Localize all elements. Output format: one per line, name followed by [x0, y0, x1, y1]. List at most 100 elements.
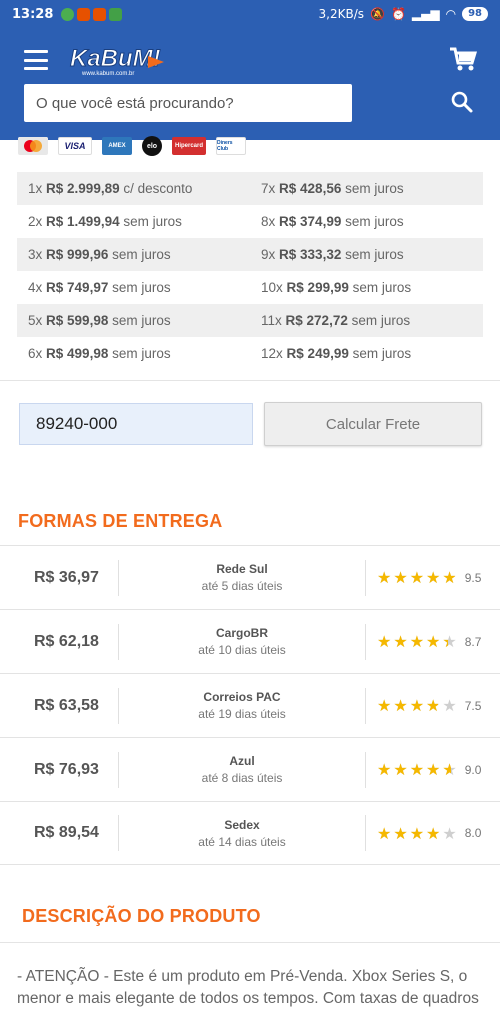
installment-option: 6x R$ 499,98 sem juros — [17, 346, 250, 361]
network-speed: 3,2KB/s — [318, 7, 364, 21]
svg-text:KaBuM!: KaBuM! — [70, 45, 161, 72]
installment-note: sem juros — [352, 280, 412, 295]
installment-row: 3x R$ 999,96 sem juros 9x R$ 333,32 sem j… — [17, 238, 483, 271]
product-description: - ATENÇÃO - Este é um produto em Pré-Ven… — [17, 968, 479, 1007]
delivery-section-title: FORMAS DE ENTREGA — [18, 511, 223, 531]
delivery-price: R$ 36,97 — [34, 568, 99, 586]
visa-icon: VISA — [58, 137, 92, 155]
delivery-price: R$ 76,93 — [34, 760, 99, 778]
installment-value: R$ 749,97 — [46, 280, 109, 295]
delivery-option-row[interactable]: R$ 62,18 CargoBR até 10 dias úteis ★★★★★… — [0, 609, 500, 673]
cep-input[interactable] — [19, 403, 253, 445]
installment-row: 5x R$ 599,98 sem juros 11x R$ 272,72 sem … — [17, 304, 483, 337]
installment-value: R$ 272,72 — [285, 313, 348, 328]
installment-note: sem juros — [123, 214, 182, 229]
battery-badge: 98 — [462, 7, 488, 21]
rating-score: 9.0 — [464, 762, 482, 777]
installment-count: 3x — [28, 247, 43, 262]
amex-icon: AMEX — [102, 137, 132, 155]
installment-option: 10x R$ 299,99 sem juros — [250, 280, 483, 295]
elo-icon: elo — [142, 136, 162, 156]
installment-note: c/ desconto — [123, 181, 193, 196]
rating-score: 7.5 — [464, 698, 482, 713]
installment-option: 1x R$ 2.999,89 c/ desconto — [17, 181, 250, 196]
installment-option: 7x R$ 428,56 sem juros — [250, 181, 483, 196]
carrier-rating: ★★★★★★★★★★ 7.5 — [366, 696, 481, 715]
installment-row: 4x R$ 749,97 sem juros 10x R$ 299,99 sem … — [17, 271, 483, 304]
app-notification-icon-2 — [93, 7, 107, 21]
installment-value: R$ 299,99 — [286, 280, 349, 295]
delivery-option-row[interactable]: R$ 63,58 Correios PAC até 19 dias úteis … — [0, 673, 500, 737]
installment-option: 5x R$ 599,98 sem juros — [17, 313, 250, 328]
delivery-time: até 10 dias úteis — [198, 643, 286, 657]
delivery-carrier-info: Azul até 8 dias úteis — [119, 754, 365, 785]
status-right: 3,2KB/s 🔕 ⏰ ▂▄▆ ◠ 98 — [319, 7, 488, 21]
carrier-rating: ★★★★★ ★★★★★ 9.0 — [366, 760, 481, 779]
carrier-name: Azul — [229, 754, 255, 768]
cart-icon[interactable] — [448, 46, 478, 72]
installment-option: 8x R$ 374,99 sem juros — [250, 214, 483, 229]
installment-count: 11x — [261, 313, 282, 328]
signal-icon: ▂▄▆ — [411, 7, 440, 21]
installment-row: 2x R$ 1.499,94 sem juros 8x R$ 374,99 sem… — [17, 205, 483, 238]
installment-note: sem juros — [345, 247, 404, 262]
diners-club-icon: Diners Club — [216, 137, 246, 155]
carrier-name: Sedex — [224, 817, 260, 832]
installment-note: sem juros — [345, 214, 404, 229]
installment-note: sem juros — [345, 181, 404, 196]
installment-count: 8x — [261, 214, 276, 229]
kabum-logo[interactable]: KaBuM! www.kabum.com.br — [68, 42, 168, 78]
mute-icon: 🔕 — [370, 7, 385, 21]
installment-value: R$ 374,99 — [279, 214, 342, 229]
carrier-rating: ★★★★★★★★★★ 8.7 — [366, 632, 481, 651]
mastercard-icon — [18, 137, 48, 155]
delivery-time: até 19 dias úteis — [198, 707, 286, 721]
carrier-name: CargoBR — [215, 626, 268, 640]
delivery-time: até 8 dias úteis — [201, 771, 283, 785]
star-rating-icon: ★★★★★★★★★★ — [377, 823, 459, 843]
delivery-option-row[interactable]: R$ 76,93 Azul até 8 dias úteis ★★★★★ ★★★★… — [0, 737, 500, 801]
installment-count: 9x — [261, 247, 276, 262]
star-rating-icon: ★★★★★★★★★★ — [377, 632, 459, 651]
search-icon[interactable] — [450, 90, 474, 114]
installments-table: 1x R$ 2.999,89 c/ desconto 7x R$ 428,56 s… — [17, 172, 483, 370]
delivery-price: R$ 89,54 — [34, 824, 99, 841]
installment-count: 4x — [28, 280, 43, 295]
installment-row: 1x R$ 2.999,89 c/ desconto 7x R$ 428,56 s… — [17, 172, 483, 205]
alarm-icon: ⏰ — [390, 7, 406, 21]
delivery-time: até 5 dias úteis — [201, 579, 283, 593]
rating-score: 8.7 — [464, 634, 482, 649]
notification-icons — [61, 7, 123, 21]
installment-value: R$ 2.999,89 — [46, 181, 120, 196]
search-input[interactable] — [24, 84, 352, 122]
rating-score: 8.0 — [464, 826, 482, 840]
wifi-icon: ◠ — [445, 7, 457, 21]
installment-option: 3x R$ 999,96 sem juros — [17, 247, 250, 262]
installment-option: 2x R$ 1.499,94 sem juros — [17, 214, 250, 229]
star-rating-icon: ★★★★★★★★★★ — [377, 696, 459, 715]
installment-option: 4x R$ 749,97 sem juros — [17, 280, 250, 295]
rating-score: 9.5 — [464, 570, 482, 585]
delivery-option-row[interactable]: R$ 36,97 Rede Sul até 5 dias úteis ★★★★★… — [0, 545, 500, 609]
carrier-name: Correios PAC — [203, 690, 281, 704]
installment-note: sem juros — [112, 346, 171, 361]
hamburger-menu-icon[interactable] — [24, 50, 48, 70]
payment-methods: VISA AMEX elo Hipercard Diners Club — [18, 136, 246, 156]
delivery-carrier-info: CargoBR até 10 dias úteis — [119, 626, 365, 657]
delivery-time: até 14 dias úteis — [198, 834, 286, 849]
installment-count: 5x — [28, 313, 43, 328]
installment-note: sem juros — [351, 313, 411, 328]
installment-option: 9x R$ 333,32 sem juros — [250, 247, 483, 262]
divider — [0, 380, 500, 381]
calculate-freight-button[interactable]: Calcular Frete — [264, 402, 482, 446]
installment-value: R$ 999,96 — [46, 247, 109, 262]
installment-option: 11x R$ 272,72 sem juros — [250, 313, 483, 328]
phone-icon — [109, 7, 123, 21]
installment-value: R$ 599,98 — [46, 313, 109, 328]
description-section-title: DESCRIÇÃO DO PRODUTO — [22, 906, 261, 926]
delivery-option-row[interactable]: R$ 89,54 Sedex até 14 dias úteis ★★★★★ ★★… — [0, 801, 500, 865]
delivery-carrier-info: Sedex até 14 dias úteis — [119, 818, 365, 849]
installment-value: R$ 499,98 — [46, 346, 109, 361]
carrier-rating: ★★★★★★★★★★ 8.0 — [366, 824, 481, 843]
installment-count: 12x — [261, 346, 283, 361]
